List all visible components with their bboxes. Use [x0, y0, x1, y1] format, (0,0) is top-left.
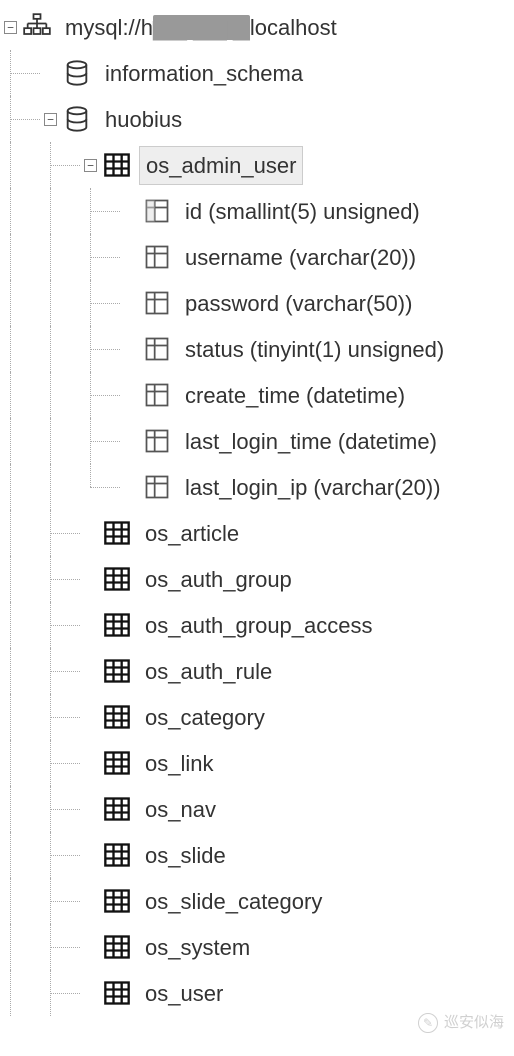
table-label[interactable]: os_slide_category	[139, 883, 328, 920]
table-label[interactable]: os_article	[139, 515, 245, 552]
tree-node-table[interactable]: os_link	[4, 740, 510, 786]
tree-node-table[interactable]: os_auth_rule	[4, 648, 510, 694]
table-icon	[103, 933, 131, 961]
tree-node-database[interactable]: − huobius	[4, 96, 510, 142]
column-icon	[143, 243, 171, 271]
column-label[interactable]: last_login_time (datetime)	[179, 423, 443, 460]
server-icon	[23, 13, 51, 41]
column-label[interactable]: id (smallint(5) unsigned)	[179, 193, 426, 230]
connection-label[interactable]: mysql://h▆▆ ▆▆ ▆localhost	[59, 9, 343, 46]
watermark: ✎ 巡安似海	[418, 1012, 504, 1035]
table-icon	[103, 703, 131, 731]
table-label[interactable]: os_auth_group_access	[139, 607, 379, 644]
column-icon	[143, 381, 171, 409]
table-icon	[103, 611, 131, 639]
table-icon	[103, 887, 131, 915]
table-label[interactable]: os_auth_rule	[139, 653, 278, 690]
column-pk-icon	[143, 197, 171, 225]
tree-node-table[interactable]: os_nav	[4, 786, 510, 832]
table-icon	[103, 841, 131, 869]
toggle-minus-icon[interactable]: −	[4, 21, 17, 34]
table-label[interactable]: os_nav	[139, 791, 222, 828]
tree-node-table[interactable]: os_slide	[4, 832, 510, 878]
tree-node-column[interactable]: last_login_time (datetime)	[4, 418, 510, 464]
column-icon	[143, 473, 171, 501]
database-icon	[63, 59, 91, 87]
tree-node-column[interactable]: username (varchar(20))	[4, 234, 510, 280]
tree-node-column[interactable]: last_login_ip (varchar(20))	[4, 464, 510, 510]
tree-node-table[interactable]: os_user	[4, 970, 510, 1016]
column-label[interactable]: create_time (datetime)	[179, 377, 411, 414]
tree-node-table[interactable]: os_category	[4, 694, 510, 740]
database-label[interactable]: huobius	[99, 101, 188, 138]
table-icon	[103, 657, 131, 685]
table-icon	[103, 519, 131, 547]
column-label[interactable]: password (varchar(50))	[179, 285, 418, 322]
tree-node-table[interactable]: − os_admin_user	[4, 142, 510, 188]
toggle-minus-icon[interactable]: −	[84, 159, 97, 172]
db-tree: − mysql://h▆▆ ▆▆ ▆localhost information_…	[0, 0, 514, 1020]
column-icon	[143, 289, 171, 317]
column-icon	[143, 427, 171, 455]
tree-node-column[interactable]: id (smallint(5) unsigned)	[4, 188, 510, 234]
table-icon	[103, 565, 131, 593]
tree-node-column[interactable]: create_time (datetime)	[4, 372, 510, 418]
column-icon	[143, 335, 171, 363]
table-label[interactable]: os_link	[139, 745, 219, 782]
tree-node-table[interactable]: os_slide_category	[4, 878, 510, 924]
table-icon	[103, 795, 131, 823]
table-label[interactable]: os_user	[139, 975, 229, 1012]
table-label[interactable]: os_system	[139, 929, 256, 966]
table-icon	[103, 979, 131, 1007]
tree-node-column[interactable]: password (varchar(50))	[4, 280, 510, 326]
tree-node-table[interactable]: os_auth_group_access	[4, 602, 510, 648]
tree-node-column[interactable]: status (tinyint(1) unsigned)	[4, 326, 510, 372]
table-label[interactable]: os_slide	[139, 837, 232, 874]
tree-node-table[interactable]: os_article	[4, 510, 510, 556]
tree-node-table[interactable]: os_auth_group	[4, 556, 510, 602]
database-label[interactable]: information_schema	[99, 55, 309, 92]
table-label[interactable]: os_admin_user	[139, 146, 303, 185]
wechat-icon: ✎	[418, 1013, 438, 1033]
toggle-minus-icon[interactable]: −	[44, 113, 57, 126]
tree-node-table[interactable]: os_system	[4, 924, 510, 970]
column-label[interactable]: username (varchar(20))	[179, 239, 422, 276]
database-icon	[63, 105, 91, 133]
table-icon	[103, 749, 131, 777]
column-label[interactable]: last_login_ip (varchar(20))	[179, 469, 447, 506]
watermark-text: 巡安似海	[444, 1012, 504, 1035]
column-label[interactable]: status (tinyint(1) unsigned)	[179, 331, 450, 368]
tree-node-connection[interactable]: − mysql://h▆▆ ▆▆ ▆localhost	[4, 4, 510, 50]
table-icon	[103, 151, 131, 179]
table-label[interactable]: os_auth_group	[139, 561, 298, 598]
tree-node-database[interactable]: information_schema	[4, 50, 510, 96]
table-label[interactable]: os_category	[139, 699, 271, 736]
